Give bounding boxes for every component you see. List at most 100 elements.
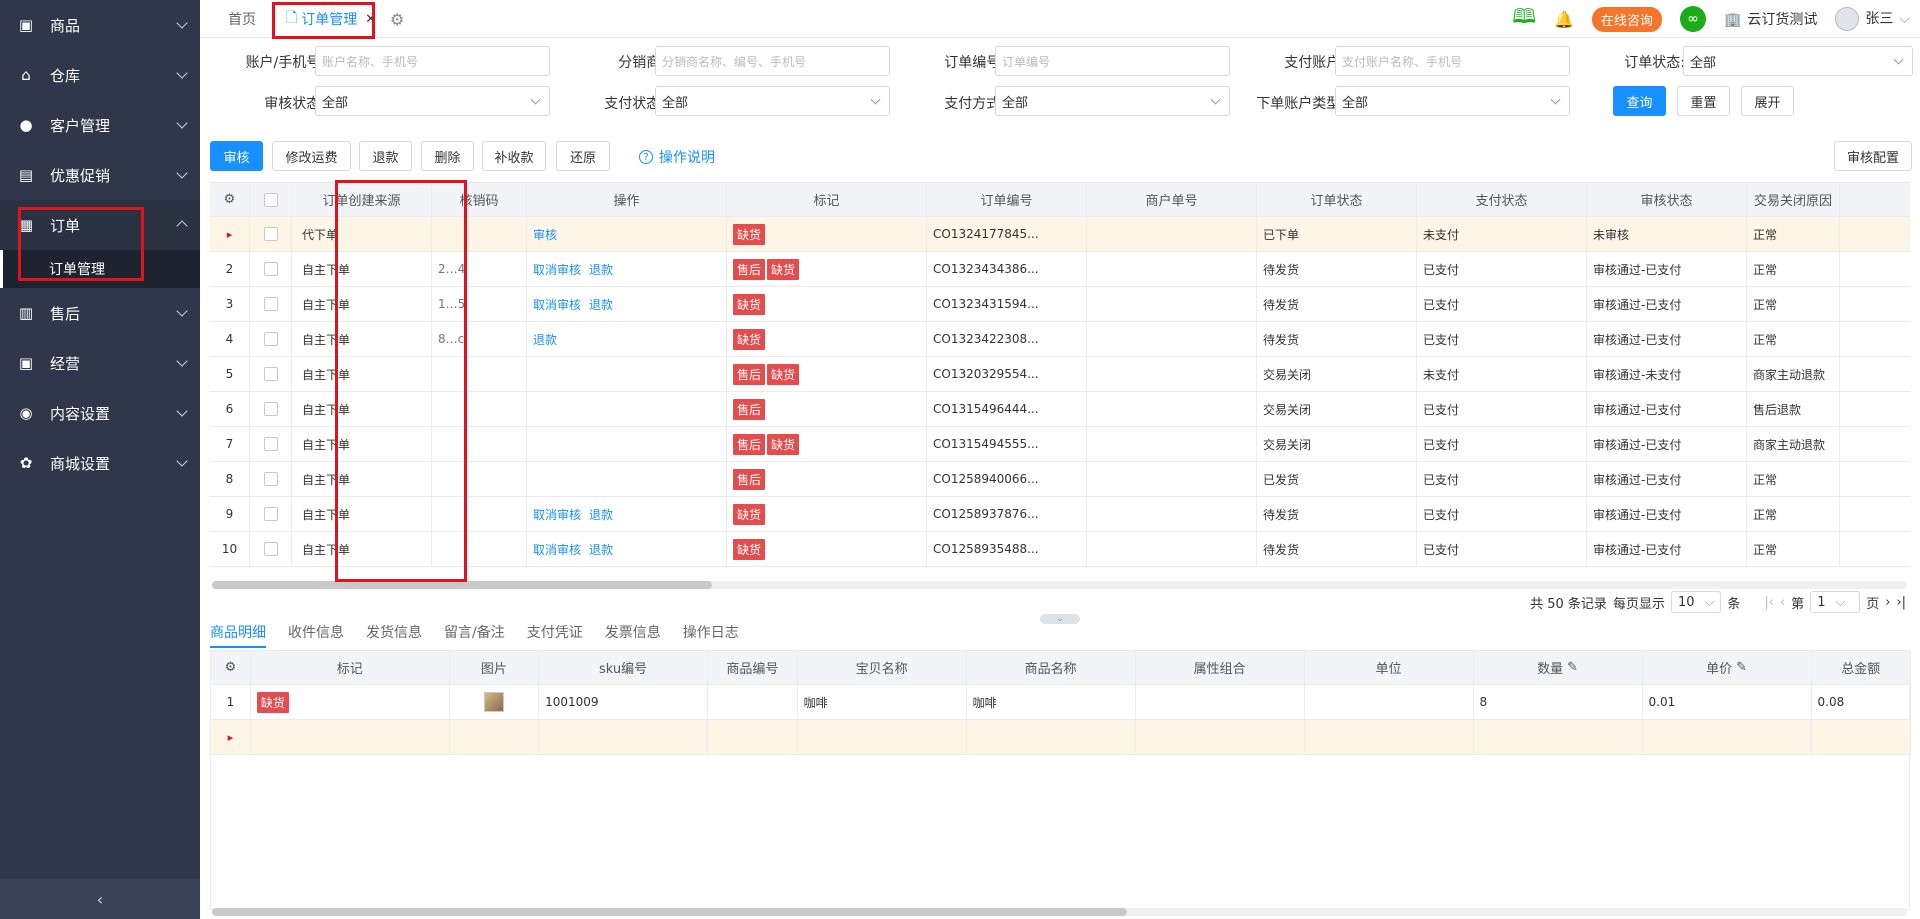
expand-button[interactable]: 展开 (1741, 86, 1794, 116)
last-page-icon[interactable]: ›| (1896, 595, 1906, 610)
op-link[interactable]: 退款 (589, 261, 613, 278)
row-checkbox[interactable] (263, 262, 278, 276)
sidebar-item-5[interactable]: ▥ 售后 (0, 288, 200, 338)
column-header[interactable]: 审核状态 (1587, 183, 1747, 216)
column-header[interactable]: 标记 (727, 183, 927, 216)
column-header[interactable]: 交易关闭原因 (1747, 183, 1840, 216)
column-header[interactable]: 图片 (450, 651, 540, 684)
column-header[interactable]: 单位 (1305, 651, 1474, 684)
detail-tab-4[interactable]: 支付凭证 (527, 622, 583, 648)
row-checkbox[interactable] (263, 507, 278, 521)
table-row[interactable]: 7 自主下单 售后 缺货 CO1315494555... 交易关闭 已支付 审核通过-已支付商… (210, 427, 1910, 462)
filter-select[interactable]: 全部 (1683, 46, 1913, 76)
prev-page-icon[interactable]: ‹ (1780, 595, 1785, 610)
audit-config-button[interactable]: 审核配置 (1834, 141, 1912, 171)
column-header[interactable]: 属性组合 (1136, 651, 1305, 684)
table-row[interactable]: 10 自主下单 取消审核 退款 缺货 CO1258935488... 待发货 已支付 审核通过-… (210, 532, 1910, 567)
row-checkbox[interactable] (263, 472, 278, 486)
sidebar-item-7[interactable]: ◉ 内容设置 (0, 388, 200, 438)
filter-select[interactable]: 全部 (315, 86, 550, 116)
column-settings-gear-icon[interactable]: ⚙ (211, 651, 251, 684)
page-select[interactable]: 1 ⌵ (1810, 591, 1861, 613)
column-header[interactable]: 订单状态 (1257, 183, 1417, 216)
edit-pencil-icon[interactable]: ✎ (1567, 660, 1578, 675)
filter-input[interactable]: 分销商名称、编号、手机号 (655, 46, 890, 76)
row-checkbox[interactable] (263, 437, 278, 451)
table-row[interactable]: 8 自主下单 售后 CO1258940066... 已发货 已支付 审核通过-已支付 正常 (210, 462, 1910, 497)
sidebar-item-6[interactable]: ▣ 经营 (0, 338, 200, 388)
op-link[interactable]: 退款 (589, 296, 613, 313)
filter-input[interactable]: 订单编号 (995, 46, 1230, 76)
sidebar-item-2[interactable]: ● 客户管理 (0, 100, 200, 150)
per-page-select[interactable]: 10 ⌵ (1670, 591, 1722, 613)
column-header[interactable]: 数量 ✎ (1474, 651, 1643, 684)
column-header[interactable]: 宝贝名称 (798, 651, 967, 684)
company-switcher[interactable]: 🏢 云订货测试 (1724, 9, 1817, 29)
help-link[interactable]: ? 操作说明 (639, 147, 715, 167)
row-checkbox[interactable] (263, 227, 278, 241)
filter-input[interactable]: 账户名称、手机号 (315, 46, 550, 76)
search-button[interactable]: 查询 (1613, 86, 1666, 116)
column-header[interactable]: 总金额 (1812, 651, 1911, 684)
column-header[interactable]: 核销码 (432, 183, 527, 216)
row-checkbox[interactable] (263, 402, 278, 416)
table-row[interactable]: 9 自主下单 取消审核 退款 缺货 CO1258937876... 待发货 已支付 审核通过-已… (210, 497, 1910, 532)
op-link[interactable]: 取消审核 (533, 296, 581, 313)
table-row[interactable]: 4 自主下单 8…c 退款 缺货 CO1323422308... 待发货 已支付 审核通过-已支… (210, 322, 1910, 357)
detail-tab-5[interactable]: 发票信息 (605, 622, 661, 648)
column-header[interactable]: 操作 (527, 183, 727, 216)
toolbar-button-4[interactable]: 补收款 (482, 141, 546, 171)
sidebar-item-8[interactable]: ✿ 商城设置 (0, 438, 200, 488)
column-header[interactable]: 商品名称 (967, 651, 1136, 684)
filter-select[interactable]: 全部 (655, 86, 890, 116)
table-row[interactable]: 3 自主下单 1…5 取消审核 退款 缺货 CO1323431594... 待发货 已支付 审核通… (210, 287, 1910, 322)
toolbar-button-1[interactable]: 修改运费 (272, 141, 351, 171)
sidebar-subitem-order-management[interactable]: 订单管理 (0, 250, 200, 288)
toolbar-button-0[interactable]: 审核 (210, 141, 263, 171)
detail-tab-3[interactable]: 留言/备注 (444, 622, 505, 648)
user-menu[interactable]: 张三 ⌵ (1835, 7, 1910, 31)
op-link[interactable]: 退款 (589, 506, 613, 523)
sidebar-collapse-button[interactable]: ‹ (0, 879, 200, 919)
row-checkbox[interactable] (263, 297, 278, 311)
close-icon[interactable]: ✕ (365, 12, 376, 27)
detail-tab-0[interactable]: 商品明细 (210, 622, 266, 648)
next-page-icon[interactable]: › (1885, 595, 1890, 610)
tab-home[interactable]: 首页 (228, 0, 256, 38)
column-header[interactable]: 单价 ✎ (1643, 651, 1812, 684)
table-row[interactable]: 5 自主下单 售后 缺货 CO1320329554... 交易关闭 未支付 审核通过-未支付商… (210, 357, 1910, 392)
panel-splitter[interactable]: ⌄ (1040, 614, 1080, 624)
op-link[interactable]: 取消审核 (533, 261, 581, 278)
op-link[interactable]: 退款 (533, 331, 557, 348)
detail-tab-6[interactable]: 操作日志 (683, 622, 739, 648)
edit-pencil-icon[interactable]: ✎ (1736, 660, 1747, 675)
first-page-icon[interactable]: |‹ (1764, 595, 1774, 610)
items-scrollbar[interactable] (212, 908, 1907, 916)
column-header[interactable]: 商品编号 (708, 651, 798, 684)
sidebar-item-0[interactable]: ▣ 商品 (0, 0, 200, 50)
column-header[interactable]: 订单创建来源 (292, 183, 432, 216)
row-checkbox[interactable] (263, 332, 278, 346)
op-link[interactable]: 取消审核 (533, 541, 581, 558)
mini-program-icon[interactable]: ∞ (1679, 6, 1706, 32)
tab-settings-gear-icon[interactable]: ⚙ (390, 0, 404, 38)
detail-tab-1[interactable]: 收件信息 (288, 622, 344, 648)
filter-select[interactable]: 全部 (995, 86, 1230, 116)
tab-order-management[interactable]: 🗋 订单管理 ✕ (286, 0, 377, 38)
sidebar-item-1[interactable]: ⌂ 仓库 (0, 50, 200, 100)
table-row-new[interactable]: ▸ (211, 720, 1911, 755)
table-row[interactable]: 2 自主下单 2…4 取消审核 退款 售后 缺货 CO1323434386... 待发货 已支付审… (210, 252, 1910, 287)
row-checkbox[interactable] (263, 367, 278, 381)
toolbar-button-5[interactable]: 还原 (556, 141, 610, 171)
reset-button[interactable]: 重置 (1677, 86, 1730, 116)
table-row[interactable]: 1 缺货 1001009 咖啡 咖啡 8 0.01 0.08 (211, 685, 1911, 720)
column-header[interactable]: 订单编号 (927, 183, 1087, 216)
column-header[interactable]: sku编号 (539, 651, 709, 684)
product-image[interactable] (450, 685, 540, 719)
op-link[interactable]: 审核 (533, 226, 557, 243)
table-row[interactable]: ▸ 代下单 审核 缺货 CO1324177845... 已下单 未支付 未审核 正常 (210, 217, 1910, 252)
toolbar-button-2[interactable]: 退款 (359, 141, 412, 171)
column-header[interactable]: 支付状态 (1417, 183, 1587, 216)
table-row[interactable]: 6 自主下单 售后 CO1315496444... 交易关闭 已支付 审核通过-已支付 售后退… (210, 392, 1910, 427)
column-settings-gear-icon[interactable]: ⚙ (210, 183, 250, 216)
